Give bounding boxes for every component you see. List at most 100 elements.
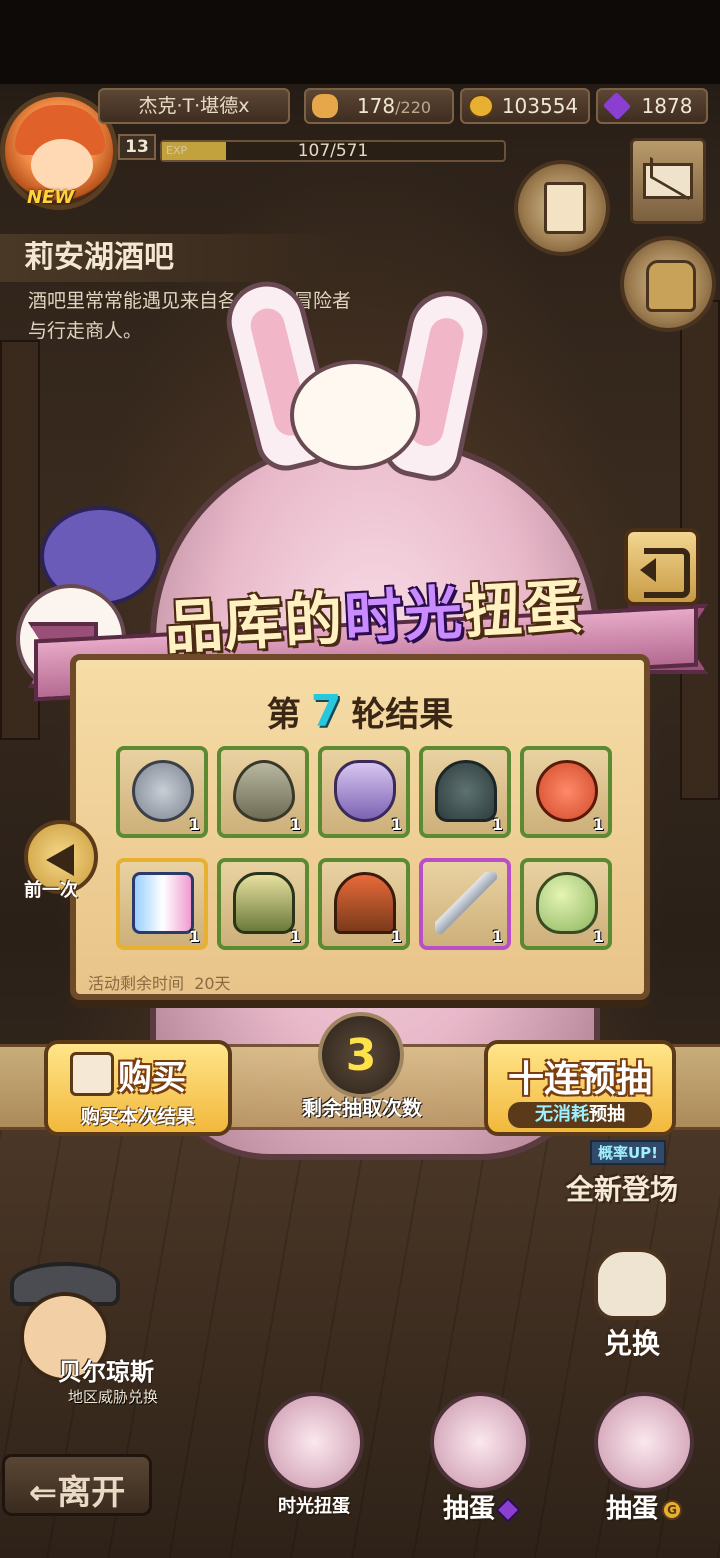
stamina-counter[interactable]: 178/220 [304, 88, 454, 124]
stone-icon [132, 760, 194, 822]
ten-draw-free: 无消耗 [535, 1104, 589, 1125]
npc-name[interactable]: 贝尔琼斯 [58, 1352, 154, 1387]
green-egg-icon [536, 872, 598, 934]
armor-icon [233, 872, 295, 934]
result-item-slot[interactable]: 1 [419, 746, 511, 838]
item-quantity: 1 [188, 927, 200, 946]
event-title-part2: 扭蛋 [462, 572, 586, 647]
result-item-slot[interactable]: 1 [116, 858, 208, 950]
player-name: 杰克·T·堪德x [98, 88, 290, 124]
round-title: 第 7 轮结果 [76, 686, 644, 737]
result-item-slot[interactable]: 1 [217, 858, 309, 950]
exchange-bag-icon [594, 1248, 670, 1320]
stamina-max: /220 [395, 98, 432, 117]
gem-gacha-icon [430, 1392, 530, 1492]
exp-value: 107/571 [297, 141, 369, 161]
leave-button[interactable]: ⇐离开 [2, 1454, 152, 1516]
location-title: 莉安湖酒吧 [0, 234, 352, 282]
gem-value: 1878 [641, 94, 693, 118]
backpack-button[interactable] [620, 236, 716, 332]
gold-gacha-icon [594, 1392, 694, 1492]
leave-text: 离开 [57, 1473, 126, 1513]
new-arrival-button[interactable]: 概率UP! 全新登场 [566, 1140, 696, 1210]
leave-label: ⇐离开 [28, 1473, 126, 1513]
buy-button[interactable]: 购买 购买本次结果 [44, 1040, 232, 1136]
bread-icon [312, 94, 338, 118]
result-item-slot[interactable]: 1 [116, 746, 208, 838]
item-quantity: 1 [390, 927, 402, 946]
gold-coin-icon: G [662, 1499, 682, 1520]
time-gacha-label: 时光扭蛋 [278, 1496, 350, 1517]
result-item-slot[interactable]: 1 [318, 858, 410, 950]
gem-counter[interactable]: 1878 [596, 88, 708, 124]
result-item-slot[interactable]: 1 [419, 858, 511, 950]
exp-bar: EXP 107/571 [160, 140, 506, 162]
results-panel: 第 7 轮结果 1 1 1 1 1 1 1 1 1 1 活动剩余时间 20天 [70, 654, 650, 1000]
gem-gacha-text: 抽蛋 [442, 1494, 495, 1524]
gem-icon [495, 1496, 521, 1523]
buy-label: 购买 [118, 1058, 186, 1098]
exchange-label: 兑换 [603, 1327, 660, 1360]
fairy-card-icon [132, 872, 194, 934]
item-quantity: 1 [592, 815, 604, 834]
draws-remaining: 3 [318, 1012, 404, 1098]
round-suffix: 轮结果 [351, 695, 454, 735]
dagger-icon [435, 872, 497, 934]
gold-gacha-label: 抽蛋 G [580, 1488, 708, 1525]
event-title-highlight: 时光 [342, 578, 466, 653]
new-arrival-label: 全新登场 [566, 1173, 679, 1206]
crab-icon [536, 760, 598, 822]
gold-gacha-tab[interactable]: 抽蛋 G [580, 1392, 708, 1532]
player-level: 13 [118, 134, 156, 160]
mail-button[interactable] [630, 138, 706, 224]
npc-subtitle: 地区威胁兑换 [68, 1388, 159, 1406]
round-number: 7 [310, 686, 342, 737]
item-quantity: 1 [289, 815, 301, 834]
crystal-icon [334, 760, 396, 822]
ten-draw-preview-button[interactable]: 十连预抽 无消耗预抽 [484, 1040, 676, 1136]
time-gacha-tab[interactable]: 时光扭蛋 [250, 1392, 378, 1532]
timer-label: 活动剩余时间 [88, 974, 185, 993]
turtle-shell-icon [435, 760, 497, 822]
draws-remaining-label: 剩余抽取次数 [302, 1096, 422, 1120]
probability-up-tag: 概率UP! [590, 1140, 667, 1165]
gold-counter[interactable]: 103554 [460, 88, 590, 124]
gold-gacha-text: 抽蛋 [605, 1494, 658, 1524]
result-item-slot[interactable]: 1 [318, 746, 410, 838]
item-quantity: 1 [592, 927, 604, 946]
card-pack-icon [70, 1052, 114, 1096]
bunny-mascot [290, 360, 420, 470]
quest-scroll-button[interactable] [514, 160, 610, 256]
return-button[interactable] [624, 528, 700, 606]
timer-value: 20天 [194, 974, 231, 993]
event-title-part1: 品库的 [162, 584, 347, 662]
item-quantity: 1 [289, 927, 301, 946]
time-gacha-icon [264, 1392, 364, 1492]
result-item-slot[interactable]: 1 [520, 858, 612, 950]
buy-sublabel: 购买本次结果 [80, 1106, 195, 1128]
item-quantity: 1 [188, 815, 200, 834]
event-timer: 活动剩余时间 20天 [88, 970, 231, 994]
backpack-icon [646, 260, 696, 312]
new-badge: NEW [27, 187, 75, 208]
gem-icon [602, 91, 632, 121]
ore-pile-icon [334, 872, 396, 934]
result-item-slot[interactable]: 1 [520, 746, 612, 838]
gold-value: 103554 [501, 94, 579, 118]
gem-gacha-tab[interactable]: 抽蛋 [416, 1392, 544, 1532]
ten-draw-sublabel: 无消耗预抽 [508, 1102, 652, 1128]
exchange-button[interactable]: 兑换 [576, 1248, 688, 1364]
item-quantity: 1 [390, 815, 402, 834]
round-prefix: 第 [266, 695, 301, 735]
stamina-current: 178 [356, 94, 396, 118]
ten-draw-label: 十连预抽 [507, 1059, 652, 1100]
result-item-slot[interactable]: 1 [217, 746, 309, 838]
previous-round-label[interactable]: 前一次 [24, 876, 78, 902]
item-quantity: 1 [491, 927, 503, 946]
item-quantity: 1 [491, 815, 503, 834]
status-bar [0, 0, 720, 84]
gem-gacha-label: 抽蛋 [416, 1488, 544, 1525]
avatar-face [31, 139, 93, 191]
scroll-icon [544, 182, 586, 234]
gold-coin-icon [468, 94, 494, 118]
